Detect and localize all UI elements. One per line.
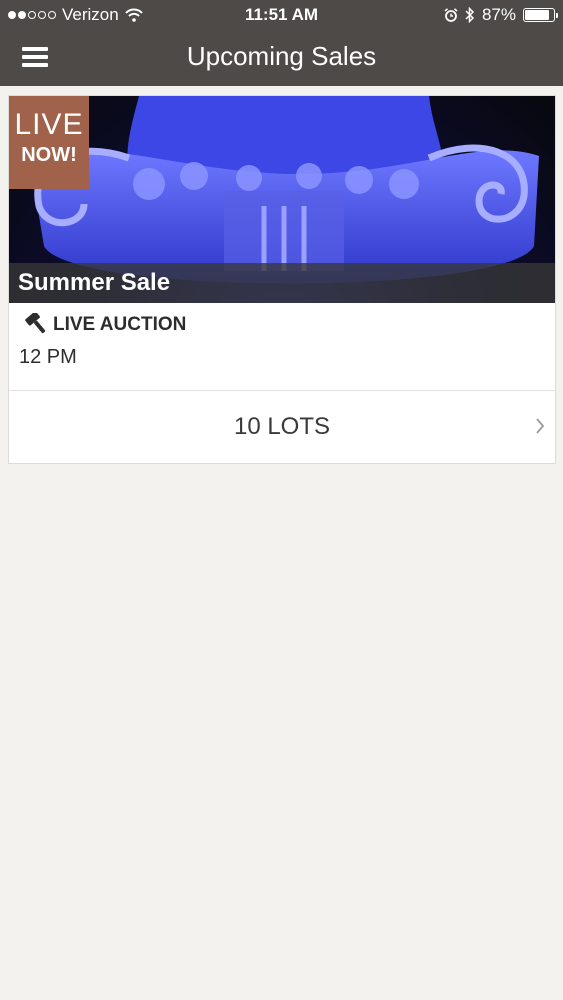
live-badge-line1: LIVE [14,108,84,141]
gavel-icon [25,313,46,334]
sale-title-strip: Summer Sale [9,263,555,303]
sale-card[interactable]: LIVE NOW! Summer Sale LIVE AUCTION 12 PM… [8,95,556,464]
live-badge-line2: NOW! [21,144,77,166]
status-right: 87% [444,5,558,25]
page-title: Upcoming Sales [186,41,377,71]
sale-time: 12 PM [19,346,77,368]
status-bar: Verizon 11:51 AM 87% [0,0,563,30]
sale-image[interactable]: LIVE NOW! Summer Sale [9,96,555,303]
battery-icon [523,8,558,22]
battery-fill [525,10,550,20]
lots-button[interactable]: 10 LOTS [9,391,555,463]
bluetooth-icon [465,7,475,23]
alarm-clock-icon [444,8,458,22]
battery-percent: 87% [481,5,516,24]
chevron-right-icon [536,418,545,434]
live-now-badge: LIVE NOW! [9,96,89,189]
auction-type-row: LIVE AUCTION [22,313,186,337]
sale-title: Summer Sale [18,269,171,296]
lots-count: 10 LOTS [233,413,331,440]
nav-bar: Upcoming Sales [0,30,563,86]
auction-type-label: LIVE AUCTION [53,314,187,335]
